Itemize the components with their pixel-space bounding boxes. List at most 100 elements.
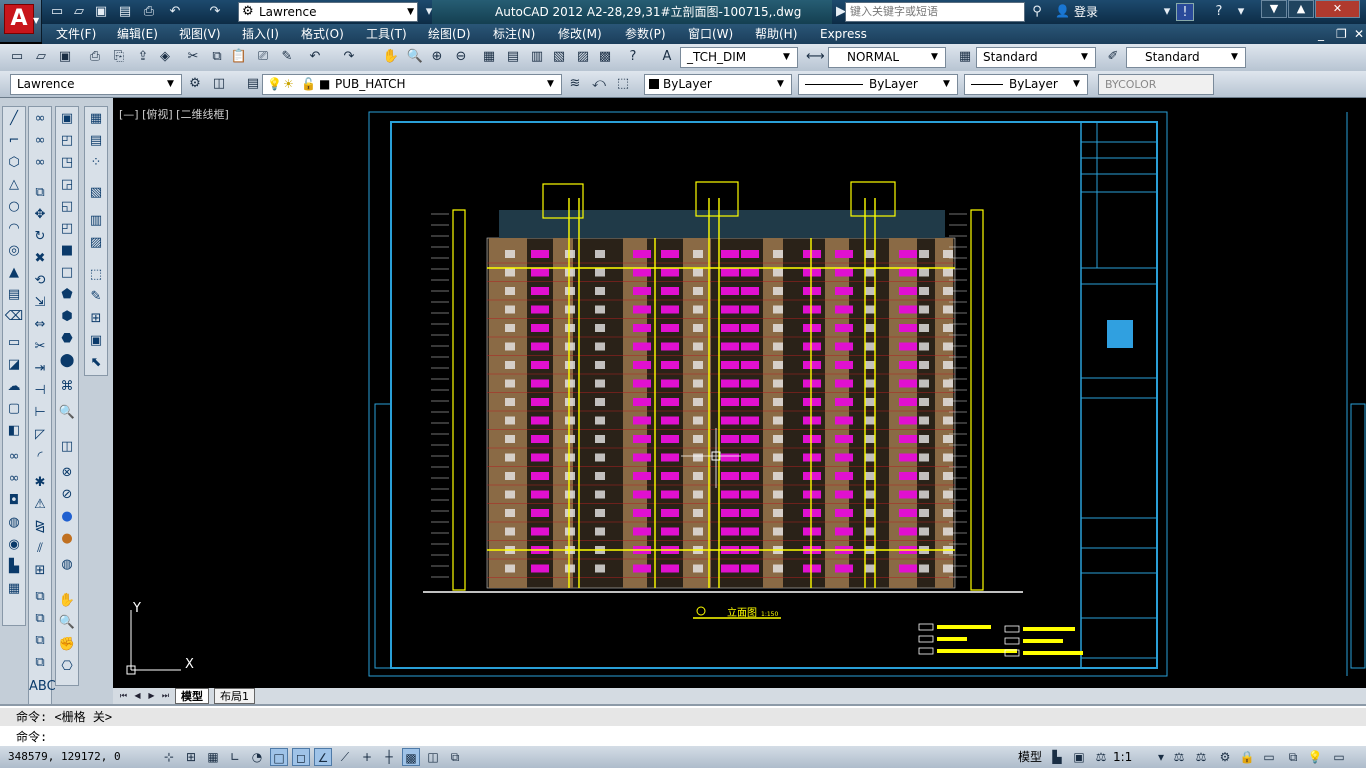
move-icon[interactable]: ✥ (29, 205, 51, 225)
minimize-button[interactable]: ▼ (1261, 0, 1287, 18)
command-input[interactable]: 命令: (0, 728, 1366, 746)
quick-view-icon[interactable]: ▣ (1070, 748, 1088, 766)
edit-grid-icon[interactable]: ▧ (85, 183, 107, 203)
plot-icon[interactable]: ⎙ (140, 3, 158, 21)
camera-icon[interactable]: ⌘ (56, 377, 78, 397)
cube-icon[interactable]: ◰ (56, 131, 78, 151)
ortho-icon[interactable]: ∟ (226, 748, 244, 766)
tab-model[interactable]: 模型 (175, 688, 209, 704)
solid3-icon[interactable]: ⬣ (56, 329, 78, 349)
open-icon[interactable]: ▱ (32, 48, 50, 66)
calculator-icon[interactable]: ▩ (596, 48, 614, 66)
sc-icon[interactable]: ⧉ (446, 748, 464, 766)
isolate-objects-icon[interactable]: ⧉ (1284, 748, 1302, 766)
tpy-icon[interactable]: ▩ (402, 748, 420, 766)
first-tab-icon[interactable]: ⏮ (117, 689, 130, 702)
zoom-icon[interactable]: 🔍 (56, 403, 78, 423)
join-icon[interactable]: ⊢ (29, 403, 51, 423)
viewport-label[interactable]: [—] [俯视] [二维线框] (119, 106, 229, 122)
revision-cloud-icon[interactable]: ☁ (3, 377, 25, 397)
break-icon[interactable]: ⊣ (29, 381, 51, 401)
menu-dimension[interactable]: 标注(N) (493, 24, 535, 44)
new-icon[interactable]: ▭ (8, 48, 26, 66)
orange-sphere-icon[interactable]: ● (56, 529, 78, 549)
frame-icon[interactable]: ▣ (85, 331, 107, 351)
hatch-icon[interactable]: ▤ (3, 285, 25, 305)
next-tab-icon[interactable]: ▶ (145, 689, 158, 702)
menu-insert[interactable]: 插入(I) (242, 24, 279, 44)
cube5-icon[interactable]: ◰ (56, 219, 78, 239)
group-icon[interactable]: ◘ (3, 491, 25, 511)
camera2-icon[interactable]: ⎔ (56, 657, 78, 677)
layer-stack3-icon[interactable]: ⧉ (29, 631, 51, 651)
zoom-realtime-icon[interactable]: 🔍 (56, 613, 78, 633)
search-input[interactable]: 键入关键字或短语 (845, 2, 1025, 22)
properties-icon[interactable]: ▦ (480, 48, 498, 66)
login-dropdown-icon[interactable]: ▾ (1158, 3, 1176, 21)
rotate-icon[interactable]: ⟲ (29, 271, 51, 291)
eraser-icon[interactable]: ⌫ (3, 307, 25, 327)
grid-add-icon[interactable]: ▥ (85, 211, 107, 231)
workspace-switch-icon[interactable]: ⚙ (1216, 748, 1234, 766)
chain-icon[interactable]: ∞ (3, 469, 25, 489)
orbit-icon[interactable]: ✊ (56, 635, 78, 655)
doc-restore-icon[interactable]: ❐ (1336, 24, 1347, 44)
redo-icon[interactable]: ↷ (206, 3, 224, 21)
last-tab-icon[interactable]: ⏭ (159, 689, 172, 702)
blue-sphere-icon[interactable]: ● (56, 507, 78, 527)
drawing-canvas[interactable]: 立面图 1:150 X Y [—] [俯视] [二维线框] (113, 98, 1366, 688)
text-icon[interactable]: ABC (29, 677, 56, 697)
render2-icon[interactable]: ⊘ (56, 485, 78, 505)
pan-icon[interactable]: ✋ (382, 48, 400, 66)
ducs-icon[interactable]: ⟋ (336, 748, 354, 766)
undo-icon[interactable]: ↶ (306, 48, 324, 66)
triangle-icon[interactable]: △ (3, 175, 25, 195)
dyn-icon[interactable]: + (358, 748, 376, 766)
polygon-icon[interactable]: ⬡ (3, 153, 25, 173)
help-icon[interactable]: ? (1210, 3, 1228, 21)
textstyle-select[interactable]: NORMAL ▼ (828, 47, 946, 68)
grid-toggle-icon[interactable]: ▦ (204, 748, 222, 766)
region-icon[interactable]: ◪ (3, 355, 25, 375)
save-icon[interactable]: ▣ (56, 48, 74, 66)
open-file-icon[interactable]: ▱ (70, 3, 88, 21)
text-style-icon[interactable]: A (658, 48, 676, 66)
table-style-icon[interactable]: ▦ (956, 48, 974, 66)
layout-icon[interactable]: ▙ (3, 557, 25, 577)
workspace-select[interactable]: Lawrence ▼ (10, 74, 182, 95)
coordinate-display[interactable]: 348579, 129172, 0 (8, 749, 121, 765)
make-current-layer-icon[interactable]: ≋ (566, 75, 584, 93)
circle-icon[interactable]: ○ (3, 197, 25, 217)
pick-icon[interactable]: ⬉ (85, 353, 107, 373)
stretch-icon[interactable]: ⇔ (29, 315, 51, 335)
doc-close-icon[interactable]: ✕ (1354, 24, 1364, 44)
menu-express[interactable]: Express (820, 24, 867, 44)
nodes-icon[interactable]: ⁘ (85, 153, 107, 173)
solid-icon[interactable]: ⬟ (56, 285, 78, 305)
menu-format[interactable]: 格式(O) (301, 24, 344, 44)
publish-icon[interactable]: ⇪ (134, 48, 152, 66)
design-center-icon[interactable]: ▤ (504, 48, 522, 66)
menu-edit[interactable]: 编辑(E) (117, 24, 158, 44)
menu-modify[interactable]: 修改(M) (558, 24, 602, 44)
markup-icon[interactable]: ▨ (574, 48, 592, 66)
mirror-icon[interactable]: ⧎ (29, 517, 51, 537)
infer-constraints-icon[interactable]: ⊹ (160, 748, 178, 766)
bulb-icon[interactable]: 💡 (1306, 748, 1324, 766)
plot-preview-icon[interactable]: ⎘ (110, 48, 128, 66)
cut-icon[interactable]: ✂ (184, 48, 202, 66)
dim-style-icon[interactable]: ⟷ (806, 48, 825, 66)
sphere-icon[interactable]: ◍ (3, 513, 25, 533)
tablestyle-select[interactable]: Standard ▼ (976, 47, 1096, 68)
tab-layout1[interactable]: 布局1 (214, 688, 255, 704)
cube4-icon[interactable]: ◱ (56, 197, 78, 217)
solid2-icon[interactable]: ⬢ (56, 307, 78, 327)
annotation-visibility-icon[interactable]: ⚖ (1170, 748, 1188, 766)
chain-link-icon[interactable]: ∞ (29, 153, 51, 173)
layer-previous-icon[interactable]: ⤺ (590, 75, 608, 93)
arc-icon[interactable]: ◠ (3, 219, 25, 239)
solid4-icon[interactable]: ⬤ (56, 351, 78, 371)
chain-link-icon[interactable]: ∞ (29, 109, 51, 129)
qp-icon[interactable]: ◫ (424, 748, 442, 766)
grid-icon[interactable]: ▦ (3, 579, 25, 599)
